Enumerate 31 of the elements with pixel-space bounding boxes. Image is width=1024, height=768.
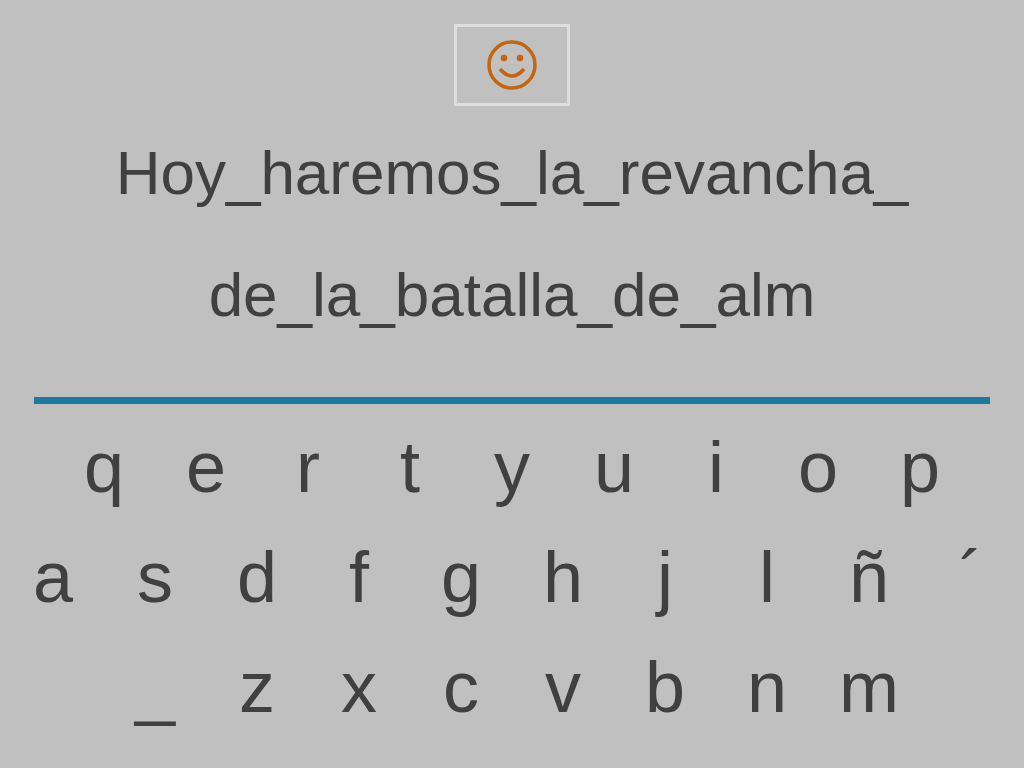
letter-key[interactable]: q — [53, 426, 155, 508]
letter-key[interactable]: x — [308, 646, 410, 728]
phrase-line: de_la_batalla_de_alm — [208, 259, 816, 331]
letter-key[interactable]: ñ — [818, 536, 920, 618]
letter-key[interactable]: u — [563, 426, 665, 508]
letter-key[interactable]: m — [818, 646, 920, 728]
letter-key[interactable]: v — [512, 646, 614, 728]
letter-key[interactable]: r — [257, 426, 359, 508]
letter-key[interactable]: i — [665, 426, 767, 508]
letter-key[interactable]: t — [359, 426, 461, 508]
letter-key[interactable]: o — [767, 426, 869, 508]
letter-key[interactable]: c — [410, 646, 512, 728]
letter-key[interactable]: n — [716, 646, 818, 728]
letter-key[interactable]: y — [461, 426, 563, 508]
letter-key[interactable]: e — [155, 426, 257, 508]
letter-key[interactable]: f — [308, 536, 410, 618]
phrase-line: Hoy_haremos_la_revancha_ — [115, 137, 909, 209]
letter-key[interactable]: z — [206, 646, 308, 728]
smiley-icon — [486, 39, 538, 91]
letter-key[interactable]: j — [614, 536, 716, 618]
hint-button[interactable] — [454, 24, 570, 106]
letter-key[interactable]: s — [104, 536, 206, 618]
letter-key[interactable]: d — [206, 536, 308, 618]
letter-key[interactable]: b — [614, 646, 716, 728]
letter-key[interactable]: h — [512, 536, 614, 618]
letter-key[interactable]: p — [869, 426, 971, 508]
letter-key[interactable]: _ — [104, 646, 206, 728]
letter-key[interactable]: g — [410, 536, 512, 618]
letter-key[interactable]: ´ — [920, 536, 1022, 618]
letter-key[interactable]: a — [2, 536, 104, 618]
letter-key[interactable]: l — [716, 536, 818, 618]
